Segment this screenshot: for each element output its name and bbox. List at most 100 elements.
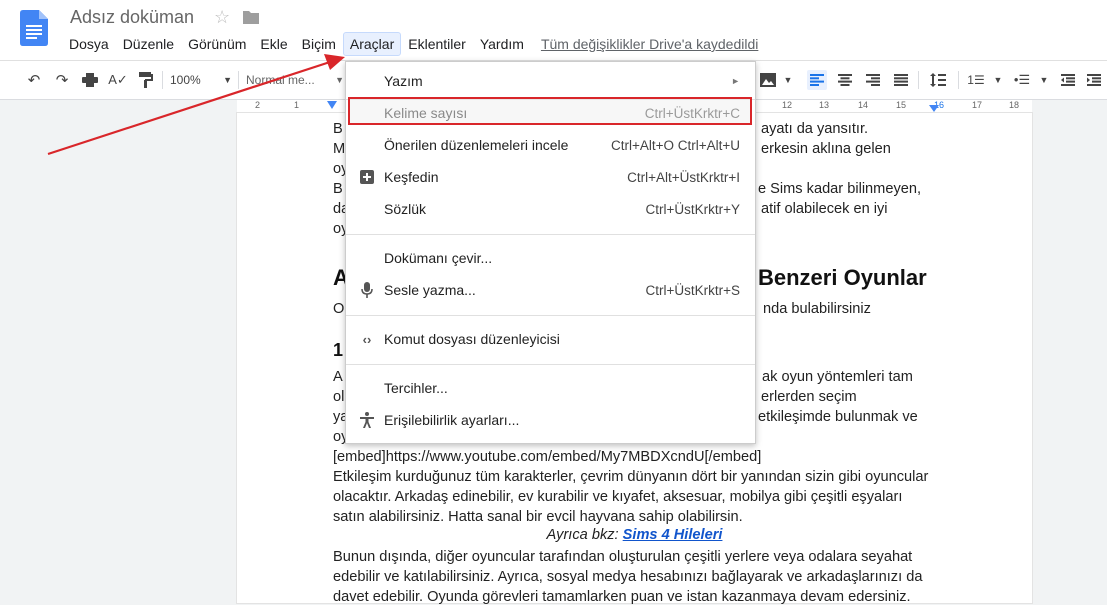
body-text: olacaktır. Arkadaş edinebilir, ev kurabi… bbox=[333, 489, 903, 505]
body-text: ak oyun yöntemleri tam bbox=[762, 369, 913, 385]
indent-marker-icon[interactable] bbox=[327, 101, 337, 110]
menu-item-shortcut: Ctrl+Alt+ÜstKrktr+I bbox=[627, 169, 740, 185]
star-icon[interactable]: ☆ bbox=[214, 7, 230, 28]
menu-divider bbox=[346, 364, 755, 365]
menu-item-label: Kelime sayısı bbox=[384, 105, 468, 121]
redo-icon[interactable]: ↷ bbox=[52, 70, 72, 90]
line-spacing-icon[interactable] bbox=[928, 70, 948, 90]
menu-item-shortcut: Ctrl+ÜstKrktr+C bbox=[644, 105, 740, 121]
undo-icon[interactable]: ↶ bbox=[24, 70, 44, 90]
toolbar-divider bbox=[958, 71, 959, 89]
menu-item-review-edits[interactable]: Önerilen düzenlemeleri incele Ctrl+Alt+O… bbox=[346, 131, 755, 159]
embed-text: [embed]https://www.youtube.com/embed/My7… bbox=[333, 449, 762, 465]
chevron-down-icon[interactable]: ▼ bbox=[778, 70, 798, 90]
menu-divider bbox=[346, 234, 755, 235]
menu-item-script-editor[interactable]: ‹› Komut dosyası düzenleyicisi bbox=[346, 325, 755, 353]
align-center-icon[interactable] bbox=[835, 70, 855, 90]
menu-divider bbox=[346, 315, 755, 316]
align-left-icon[interactable] bbox=[807, 70, 827, 90]
ruler-number: 12 bbox=[782, 100, 793, 110]
document-title[interactable]: Adsız doküman bbox=[70, 7, 194, 28]
body-text: M bbox=[333, 141, 346, 157]
menu-item-dictionary[interactable]: Sözlük Ctrl+ÜstKrktr+Y bbox=[346, 195, 755, 223]
right-indent-marker-icon[interactable] bbox=[929, 105, 939, 112]
menu-duzenle[interactable]: Düzenle bbox=[116, 32, 181, 56]
body-text: erkesin aklına gelen bbox=[761, 141, 891, 157]
code-icon: ‹› bbox=[362, 331, 372, 347]
chevron-down-icon[interactable]: ▼ bbox=[988, 70, 1008, 90]
docs-logo-icon[interactable] bbox=[20, 10, 48, 46]
menu-gorunum[interactable]: Görünüm bbox=[181, 32, 253, 56]
menu-item-label: Komut dosyası düzenleyicisi bbox=[384, 331, 560, 347]
body-text: A bbox=[333, 369, 343, 385]
decrease-indent-icon[interactable] bbox=[1058, 70, 1078, 90]
see-also-link[interactable]: Sims 4 Hileleri bbox=[623, 527, 723, 543]
heading-text: Benzeri Oyunlar bbox=[758, 265, 927, 290]
menu-yardim[interactable]: Yardım bbox=[473, 32, 531, 56]
body-text: atif olabilecek en iyi bbox=[761, 201, 888, 217]
menu-eklentiler[interactable]: Eklentiler bbox=[401, 32, 473, 56]
body-text: ol bbox=[333, 389, 345, 405]
menu-item-label: Dokümanı çevir... bbox=[384, 250, 493, 266]
chevron-down-icon: ▼ bbox=[223, 75, 232, 85]
ruler-number: 13 bbox=[819, 100, 830, 110]
numbered-list-icon[interactable]: 1☰ bbox=[966, 70, 986, 90]
zoom-select[interactable]: 100% ▼ bbox=[170, 70, 232, 90]
folder-icon[interactable] bbox=[243, 10, 259, 24]
chevron-down-icon[interactable]: ▼ bbox=[1034, 70, 1054, 90]
ruler-number: 1 bbox=[294, 100, 300, 110]
menu-item-accessibility[interactable]: Erişilebilirlik ayarları... bbox=[346, 406, 755, 434]
menu-item-label: Tercihler... bbox=[384, 380, 448, 396]
menu-araclar[interactable]: Araçlar bbox=[342, 32, 402, 56]
subheading-text: 1 bbox=[333, 340, 344, 360]
menu-item-spelling[interactable]: Yazım ► bbox=[346, 67, 755, 95]
align-right-icon[interactable] bbox=[863, 70, 883, 90]
body-text: Bunun dışında, diğer oyuncular tarafında… bbox=[333, 549, 913, 565]
body-text: nda bulabilirsiniz bbox=[763, 301, 871, 317]
body-text: Etkileşim kurduğunuz tüm karakterler, çe… bbox=[333, 469, 929, 485]
menu-item-label: Yazım bbox=[384, 73, 423, 89]
tools-dropdown-menu: Yazım ► Kelime sayısı Ctrl+ÜstKrktr+C Ön… bbox=[345, 61, 756, 444]
body-text: davet edebilir. Oyunda görevleri tamamla… bbox=[333, 589, 911, 605]
see-also-line: Ayrıca bkz: Sims 4 Hileleri bbox=[237, 527, 1032, 543]
ruler-number: 14 bbox=[858, 100, 869, 110]
toolbar-divider bbox=[162, 71, 163, 89]
spellcheck-icon[interactable]: A✓ bbox=[108, 70, 128, 90]
zoom-value: 100% bbox=[170, 73, 201, 87]
toolbar-divider bbox=[918, 71, 919, 89]
submenu-arrow-icon: ► bbox=[731, 76, 740, 86]
menu-item-label: Erişilebilirlik ayarları... bbox=[384, 412, 520, 428]
menu-bicim[interactable]: Biçim bbox=[295, 32, 343, 56]
menu-item-label: Keşfedin bbox=[384, 169, 439, 185]
see-also-label: Ayrıca bkz: bbox=[546, 527, 623, 543]
body-text: O bbox=[333, 301, 345, 317]
align-justify-icon[interactable] bbox=[891, 70, 911, 90]
print-icon[interactable] bbox=[80, 70, 100, 90]
menu-item-preferences[interactable]: Tercihler... bbox=[346, 374, 755, 402]
paragraph-style-select[interactable]: Normal me... ▼ bbox=[246, 70, 344, 90]
menu-item-explore[interactable]: Keşfedin Ctrl+Alt+ÜstKrktr+I bbox=[346, 163, 755, 191]
menu-item-label: Sesle yazma... bbox=[384, 282, 476, 298]
explore-icon bbox=[359, 169, 375, 185]
saved-status-link[interactable]: Tüm değişiklikler Drive'a kaydedildi bbox=[541, 36, 758, 52]
menu-item-shortcut: Ctrl+ÜstKrktr+Y bbox=[645, 201, 740, 217]
increase-indent-icon[interactable] bbox=[1084, 70, 1104, 90]
body-text: erlerden seçim bbox=[761, 389, 857, 405]
menu-bar: Dosya Düzenle Görünüm Ekle Biçim Araçlar… bbox=[62, 31, 758, 57]
menu-item-voice-typing[interactable]: Sesle yazma... Ctrl+ÜstKrktr+S bbox=[346, 276, 755, 304]
ruler-number: 18 bbox=[1009, 100, 1020, 110]
toolbar-divider bbox=[238, 71, 239, 89]
menu-item-translate[interactable]: Dokümanı çevir... bbox=[346, 244, 755, 272]
insert-image-icon[interactable] bbox=[758, 70, 778, 90]
menu-item-label: Sözlük bbox=[384, 201, 427, 217]
menu-item-label: Önerilen düzenlemeleri incele bbox=[384, 137, 569, 153]
bulleted-list-icon[interactable]: •☰ bbox=[1012, 70, 1032, 90]
menu-ekle[interactable]: Ekle bbox=[253, 32, 294, 56]
body-text: B bbox=[333, 181, 343, 197]
menu-item-word-count[interactable]: Kelime sayısı Ctrl+ÜstKrktr+C bbox=[346, 99, 755, 127]
accessibility-icon bbox=[359, 412, 375, 428]
menu-item-shortcut: Ctrl+ÜstKrktr+S bbox=[645, 282, 740, 298]
menu-dosya[interactable]: Dosya bbox=[62, 32, 116, 56]
paint-format-icon[interactable] bbox=[136, 70, 156, 90]
body-text: e Sims kadar bilinmeyen, bbox=[758, 181, 922, 197]
